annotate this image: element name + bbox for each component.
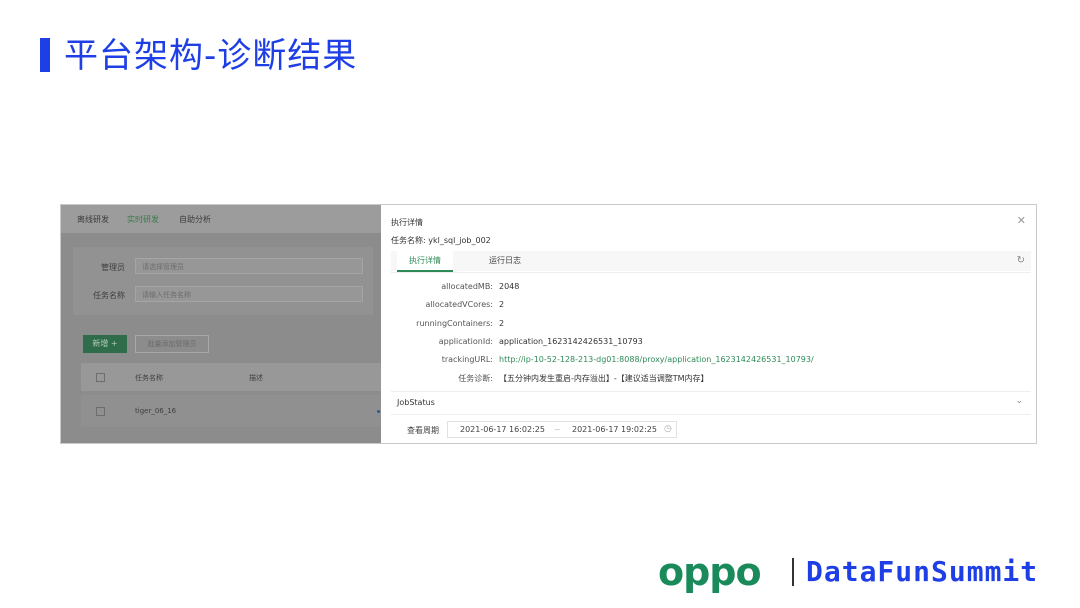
- tracking-url-link[interactable]: http://ip-10-52-128-213-dg01:8088/proxy/…: [499, 355, 814, 364]
- select-all-checkbox[interactable]: [96, 373, 105, 382]
- date-range-picker[interactable]: 2021-06-17 16:02:25 ~ 2021-06-17 19:02:2…: [447, 421, 677, 438]
- row-checkbox[interactable]: [96, 407, 105, 416]
- logo-divider: [792, 558, 794, 586]
- range-separator: ~: [554, 425, 561, 434]
- status-dot: [377, 410, 380, 413]
- detail-row: runningContainers: 2: [381, 319, 981, 333]
- detail-key: allocatedMB:: [441, 282, 493, 291]
- admin-label: 管理员: [101, 263, 125, 272]
- period-label: 查看周期: [407, 426, 439, 435]
- chevron-down-icon: ⌄: [1015, 396, 1023, 406]
- drawer-title: 执行详情: [391, 218, 423, 227]
- detail-key: 任务诊断:: [458, 374, 493, 383]
- detail-row: applicationId: application_1623142426531…: [381, 337, 981, 351]
- background-app: 离线研发 实时研发 自助分析 管理员 请选择管理员 任务名称 请输入任务名称 新…: [61, 205, 381, 443]
- detail-row: 任务诊断: 【五分钟内发生重启-内存溢出】-【建议适当调整TM内存】: [381, 373, 981, 387]
- detail-value: 2: [499, 319, 505, 328]
- table-header: 任务名称 描述: [81, 363, 381, 391]
- task-name-input[interactable]: 请输入任务名称: [135, 286, 363, 302]
- top-nav: 离线研发 实时研发 自助分析: [61, 205, 381, 233]
- title-accent-bar: [40, 38, 50, 72]
- close-icon[interactable]: ✕: [1017, 214, 1026, 227]
- batch-add-admin-button[interactable]: 批量添加管理员: [135, 335, 209, 353]
- detail-row: allocatedVCores: 2: [381, 300, 981, 314]
- jobstatus-title: JobStatus: [397, 398, 435, 407]
- range-start: 2021-06-17 16:02:25: [460, 425, 545, 434]
- table-row[interactable]: tiger_06_16: [81, 395, 381, 427]
- task-name-label: 任务名称: [93, 291, 125, 300]
- ui-screenshot: 离线研发 实时研发 自助分析 管理员 请选择管理员 任务名称 请输入任务名称 新…: [60, 204, 1037, 444]
- row-task-name: tiger_06_16: [135, 407, 177, 415]
- range-end: 2021-06-17 19:02:25: [572, 425, 657, 434]
- detail-row: trackingURL: http://ip-10-52-128-213-dg0…: [381, 355, 981, 369]
- detail-value: application_1623142426531_10793: [499, 337, 643, 346]
- detail-drawer: 执行详情 ✕ 任务名称: ykl_sql_job_002 执行详情 运行日志 ↻…: [381, 205, 1036, 443]
- tab-run-log[interactable]: 运行日志: [477, 251, 533, 271]
- detail-row: allocatedMB: 2048: [381, 282, 981, 296]
- detail-key: applicationId:: [438, 337, 493, 346]
- nav-tab-analysis[interactable]: 自助分析: [179, 214, 211, 225]
- admin-select[interactable]: 请选择管理员: [135, 258, 363, 274]
- detail-key: allocatedVCores:: [425, 300, 493, 309]
- jobstatus-collapse[interactable]: JobStatus ⌄: [391, 391, 1031, 415]
- refresh-icon[interactable]: ↻: [1017, 255, 1025, 266]
- col-task-name: 任务名称: [135, 374, 163, 382]
- datafunsummit-logo: DataFunSummit: [806, 555, 1039, 588]
- detail-value: 2048: [499, 282, 520, 291]
- diagnosis-value: 【五分钟内发生重启-内存溢出】-【建议适当调整TM内存】: [499, 374, 709, 383]
- clock-icon: ◷: [664, 424, 672, 434]
- slide-title: 平台架构-诊断结果: [64, 36, 358, 76]
- nav-tab-realtime[interactable]: 实时研发: [127, 214, 159, 225]
- oppo-logo: oppo: [658, 550, 762, 594]
- nav-tab-offline[interactable]: 离线研发: [77, 214, 109, 225]
- col-description: 描述: [249, 374, 263, 382]
- drawer-task-name: 任务名称: ykl_sql_job_002: [391, 236, 491, 245]
- detail-value: 2: [499, 300, 505, 309]
- detail-key: trackingURL:: [441, 355, 493, 364]
- new-button[interactable]: 新增 +: [83, 335, 127, 353]
- detail-key: runningContainers:: [416, 319, 493, 328]
- tab-execution-detail[interactable]: 执行详情: [397, 251, 453, 272]
- drawer-tabs: 执行详情 运行日志 ↻: [391, 251, 1031, 273]
